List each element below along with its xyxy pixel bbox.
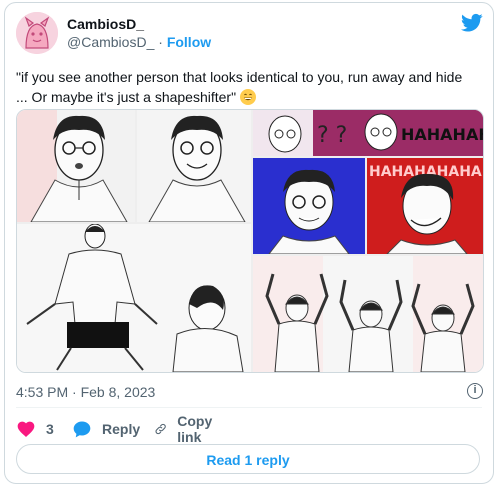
comic-panel-1: [17, 110, 135, 222]
reply-bubble-icon: [73, 421, 91, 438]
reply-label: Reply: [102, 421, 141, 437]
comic-panel-4: ? ? HAHAHAHAHA: [253, 110, 483, 156]
reply-button[interactable]: Reply: [72, 417, 140, 441]
comic-panel-7: [253, 256, 483, 372]
author-handle[interactable]: @CambiosD_: [67, 34, 154, 50]
comic-panel-6: HAHAHAHAHA: [367, 158, 483, 254]
like-count: 3: [46, 421, 54, 437]
heart-icon: [17, 421, 35, 437]
tweet-media[interactable]: ? ? HAHAHAHAHA HAHAHAHAHA: [16, 109, 484, 373]
comic-panel-3: [17, 224, 251, 372]
question-marks: ? ?: [317, 123, 347, 148]
tweet-timestamp[interactable]: 4:53 PM · Feb 8, 2023: [16, 384, 155, 400]
separator-dot: ·: [158, 34, 163, 50]
info-icon[interactable]: i: [467, 383, 483, 399]
comic-panel-5: [253, 158, 365, 254]
twitter-bird-icon[interactable]: [461, 13, 483, 33]
read-replies-button[interactable]: Read 1 reply: [16, 444, 480, 474]
grin-emoji: [239, 89, 256, 105]
divider: [16, 407, 482, 408]
author-handle-row: @CambiosD_ · Follow: [67, 34, 211, 50]
comic-panel-2: [137, 110, 251, 222]
link-icon: [155, 423, 166, 435]
follow-button[interactable]: Follow: [167, 34, 211, 50]
tweet-text: "if you see another person that looks id…: [16, 67, 476, 107]
like-button[interactable]: 3: [16, 417, 54, 441]
author-name[interactable]: CambiosD_: [67, 16, 144, 32]
haha-text-top: HAHAHAHAHA: [401, 125, 483, 144]
author-avatar[interactable]: [16, 12, 58, 54]
copy-link-label: Copy link: [177, 413, 213, 445]
copy-link-button[interactable]: Copy link: [154, 413, 219, 445]
tweet-card: CambiosD_ @CambiosD_ · Follow "if you se…: [4, 2, 494, 484]
